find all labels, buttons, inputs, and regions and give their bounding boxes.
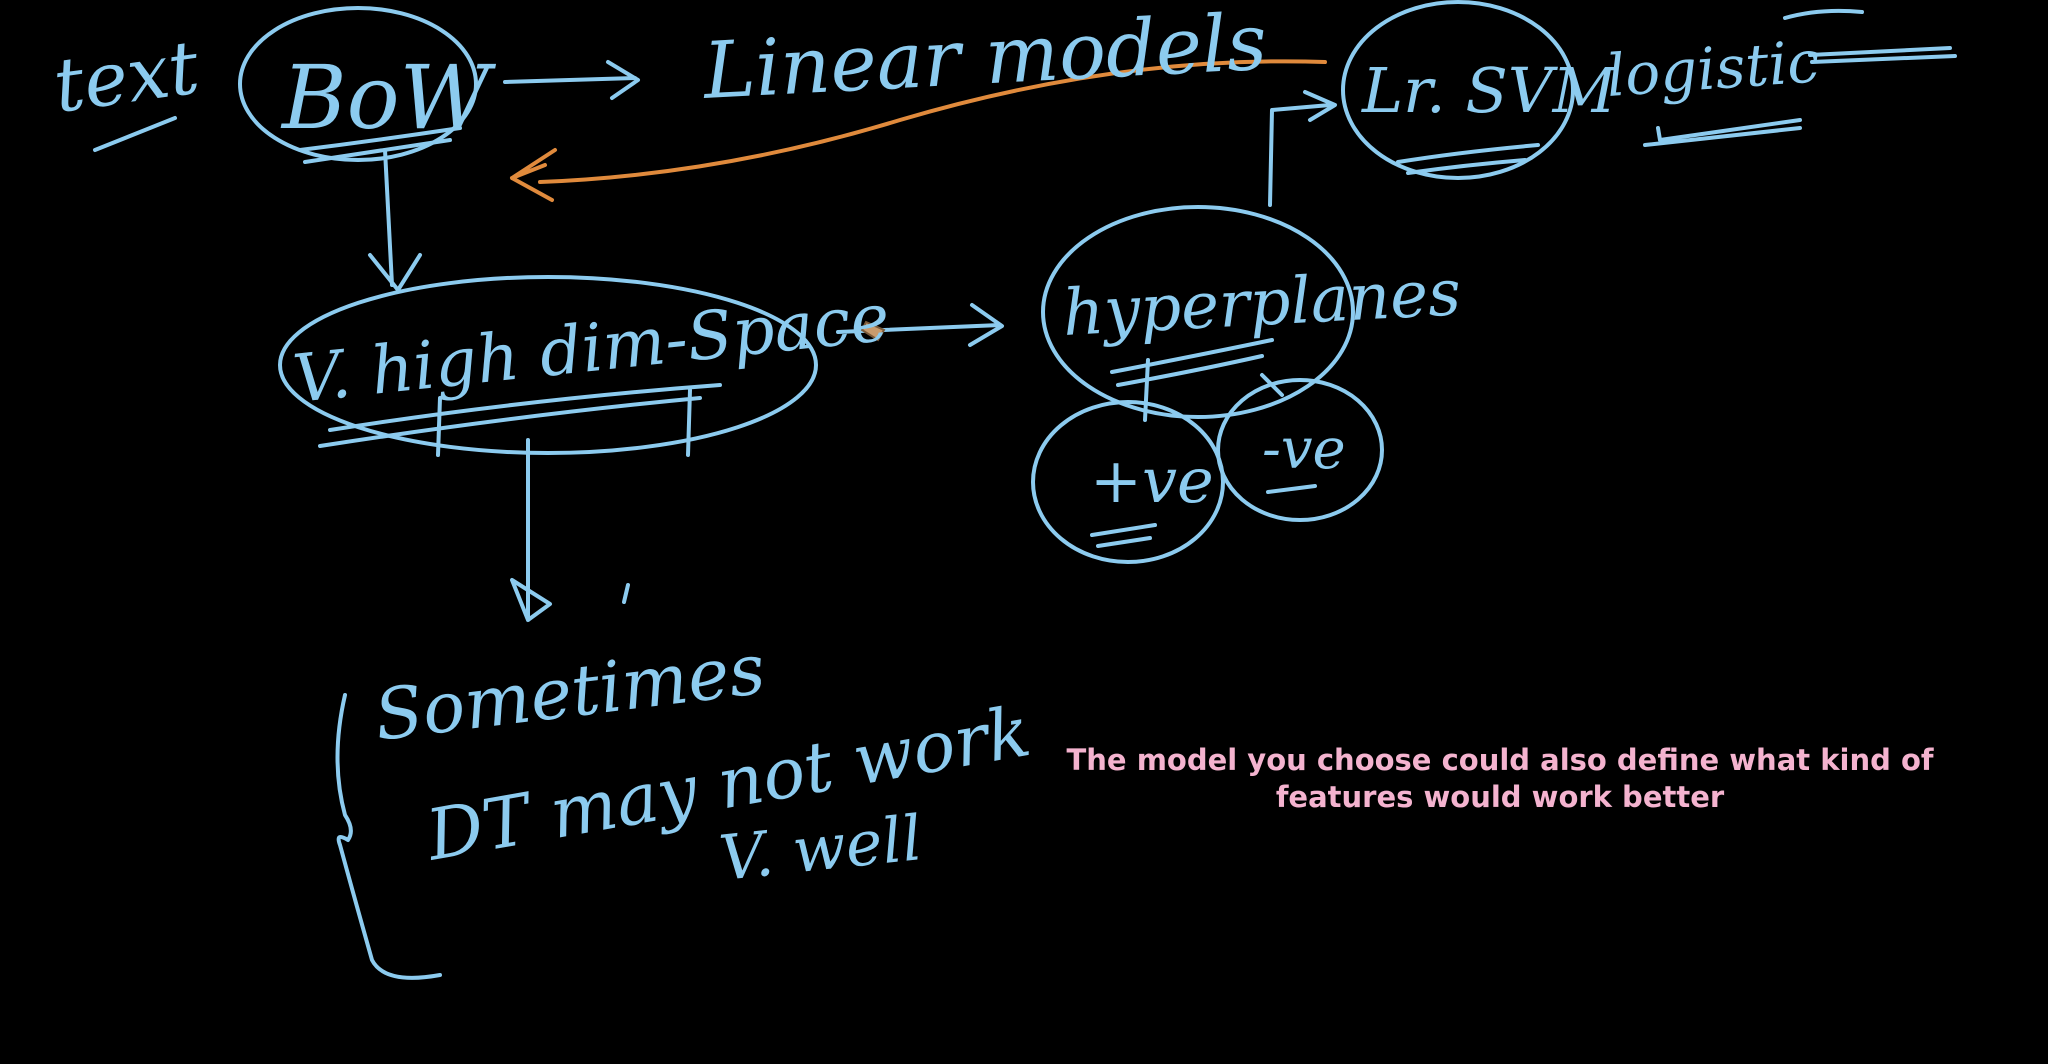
logistic-underline xyxy=(1643,118,1802,147)
orange-arrowhead xyxy=(510,148,557,202)
label-logistic: logistic xyxy=(1604,27,1821,110)
label-negative: -ve xyxy=(1262,417,1346,482)
label-linear-models: Linear models xyxy=(699,0,1269,117)
label-positive: +ve xyxy=(1090,444,1214,517)
label-hyperplanes: hyperplanes xyxy=(1061,256,1463,351)
negative-underline xyxy=(1266,484,1317,494)
arrow-highdim-to-sometimes xyxy=(510,438,552,622)
caption-subtitle: The model you choose could also define w… xyxy=(1066,743,1934,814)
label-bow: BoW xyxy=(280,46,497,149)
svm-underline xyxy=(1396,143,1540,175)
label-sometimes: Sometimes xyxy=(370,628,769,757)
comma-mark xyxy=(622,583,630,604)
arrow-hyperplanes-to-svm xyxy=(1268,90,1337,207)
positive-underline xyxy=(1090,523,1157,548)
whiteboard-canvas: text BoW Linear models Lr. SVM logistic … xyxy=(49,0,1957,980)
arrow-bow-to-highdim xyxy=(368,148,422,292)
label-lr-svm: Lr. SVM xyxy=(1361,54,1618,127)
arrow-bow-to-linear xyxy=(503,60,640,100)
label-text: text xyxy=(49,24,205,129)
